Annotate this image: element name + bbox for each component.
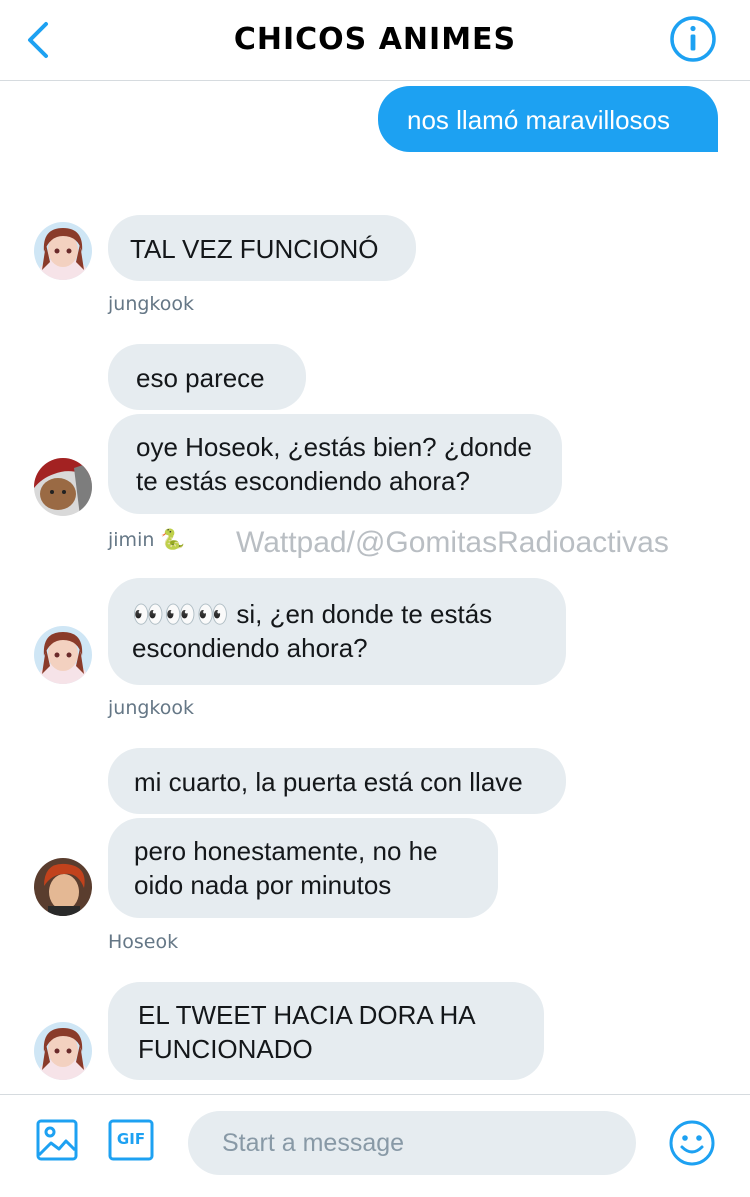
- message-text: nos llamó maravillosos: [407, 105, 670, 135]
- avatar[interactable]: [34, 1022, 92, 1080]
- sender-name-text: jimin: [108, 529, 155, 551]
- message-input[interactable]: [188, 1111, 636, 1175]
- conversation-title: CHICOS ANIMES: [233, 22, 517, 57]
- incoming-message-bubble[interactable]: oye Hoseok, ¿estás bien? ¿donde te estás…: [108, 414, 562, 514]
- avatar[interactable]: [34, 222, 92, 280]
- message-composer: GIF: [0, 1094, 750, 1197]
- incoming-message-bubble[interactable]: EL TWEET HACIA DORA HA FUNCIONADO: [108, 982, 544, 1080]
- message-text: 👀👀👀 si, ¿en donde te estás escondiendo a…: [132, 599, 493, 663]
- avatar[interactable]: [34, 858, 92, 916]
- conversation-header: CHICOS ANIMES: [0, 0, 750, 81]
- sender-name: jungkook: [108, 697, 195, 719]
- sender-name: jungkook: [108, 293, 195, 315]
- media-button[interactable]: [36, 1119, 78, 1161]
- emoji-icon: [669, 1120, 715, 1166]
- incoming-message-bubble[interactable]: pero honestamente, no he oido nada por m…: [108, 818, 498, 918]
- incoming-message-bubble[interactable]: mi cuarto, la puerta está con llave: [108, 748, 566, 814]
- message-text: oye Hoseok, ¿estás bien? ¿donde te estás…: [136, 432, 533, 496]
- message-text: EL TWEET HACIA DORA HA FUNCIONADO: [138, 1000, 475, 1064]
- sender-name: jimin 🐍: [108, 527, 185, 551]
- gif-label: GIF: [116, 1130, 146, 1148]
- info-button[interactable]: [668, 14, 718, 64]
- incoming-message-bubble[interactable]: 👀👀👀 si, ¿en donde te estás escondiendo a…: [108, 578, 566, 685]
- message-text: TAL VEZ FUNCIONÓ: [130, 234, 379, 264]
- info-icon: [670, 16, 716, 62]
- sender-name: Hoseok: [108, 931, 179, 953]
- avatar[interactable]: [34, 458, 92, 516]
- avatar[interactable]: [34, 626, 92, 684]
- image-icon: [36, 1119, 78, 1161]
- emoji-button[interactable]: [668, 1119, 716, 1167]
- message-text: mi cuarto, la puerta está con llave: [134, 767, 523, 797]
- watermark: Wattpad/@GomitasRadioactivas: [236, 526, 669, 559]
- incoming-message-bubble[interactable]: TAL VEZ FUNCIONÓ: [108, 215, 416, 281]
- snake-emoji-icon: 🐍: [160, 527, 186, 551]
- message-text: pero honestamente, no he oido nada por m…: [134, 836, 438, 900]
- incoming-message-bubble[interactable]: eso parece: [108, 344, 306, 410]
- gif-button[interactable]: GIF: [108, 1119, 154, 1161]
- outgoing-message-bubble[interactable]: nos llamó maravillosos: [378, 86, 718, 152]
- message-text: eso parece: [136, 363, 265, 393]
